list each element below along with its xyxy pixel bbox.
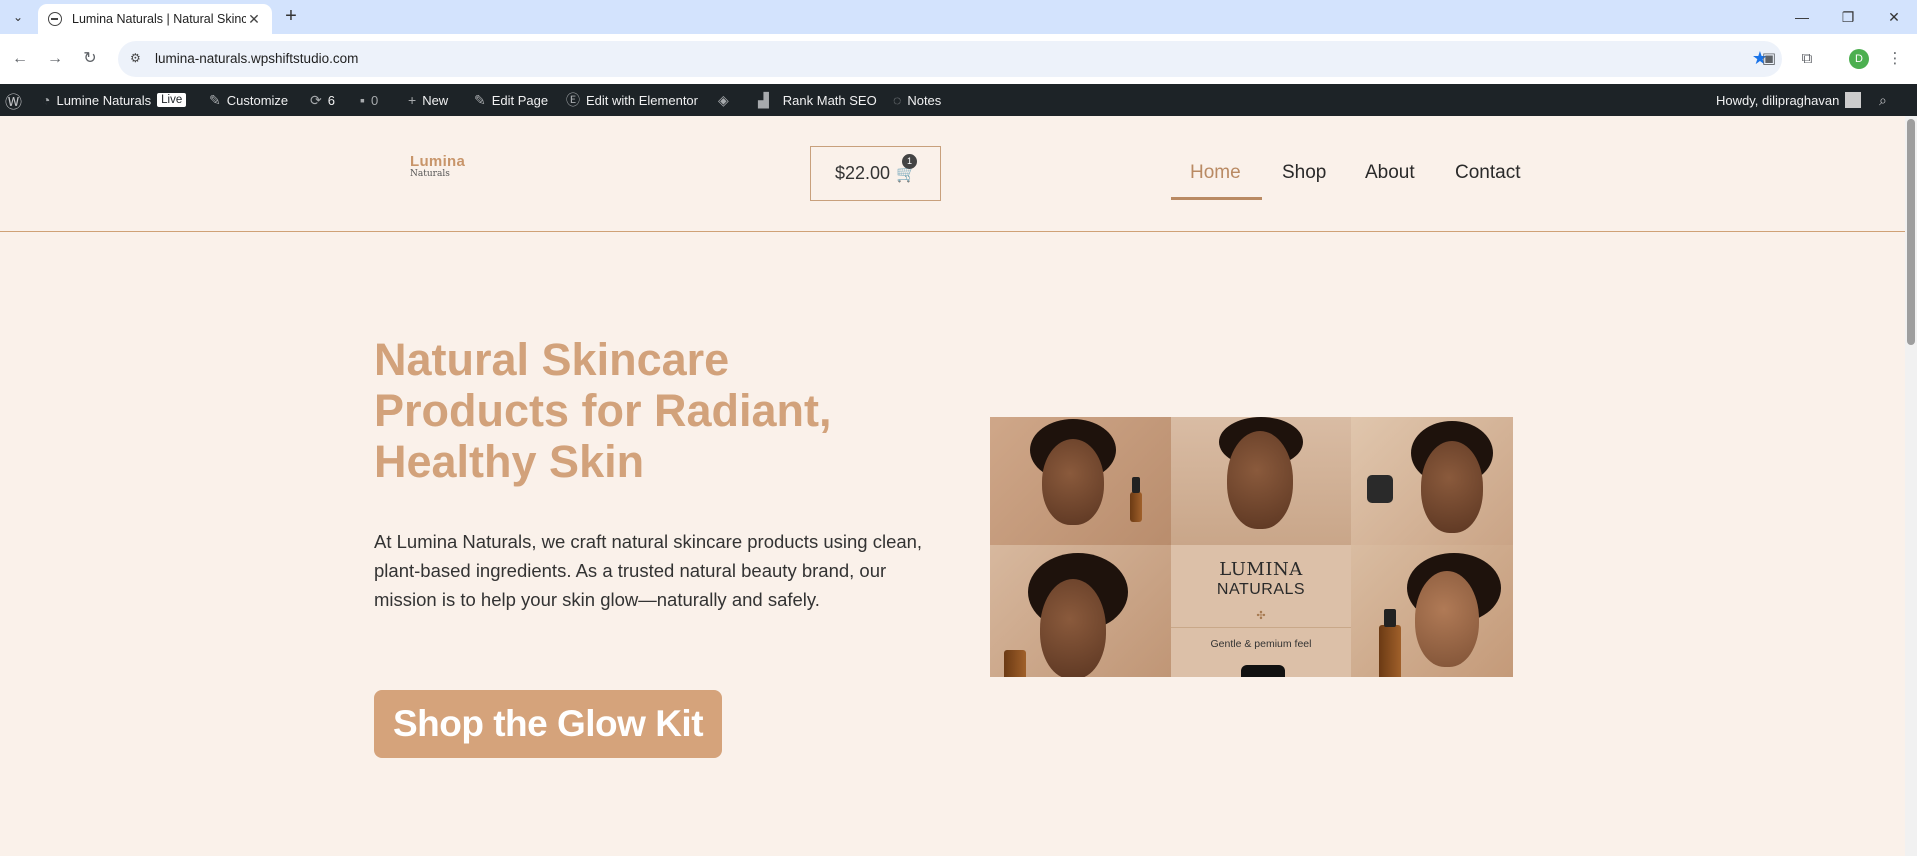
site-logo[interactable]: Lumina Naturals <box>410 153 465 179</box>
model-photo <box>1351 417 1513 545</box>
model-photo <box>990 417 1171 545</box>
admin-notes[interactable]: ◌ Notes <box>893 84 941 116</box>
tab-title: Lumina Naturals | Natural Skinc <box>72 12 246 26</box>
cart-button[interactable]: $22.00 🛒 1 <box>810 146 941 201</box>
nav-about[interactable]: About <box>1365 162 1415 184</box>
hero-description: At Lumina Naturals, we craft natural ski… <box>374 531 923 610</box>
user-avatar <box>1845 92 1862 108</box>
nav-home[interactable]: Home <box>1190 162 1241 184</box>
restore-button[interactable]: ❐ <box>1825 0 1871 34</box>
page-scrollbar[interactable] <box>1905 116 1917 856</box>
shop-glow-kit-button[interactable]: Shop the Glow Kit <box>374 690 722 758</box>
admin-comments[interactable]: ▪ 0 <box>360 84 378 116</box>
tab-search-icon[interactable]: ⌄ <box>6 7 30 27</box>
site-header: Lumina Naturals $22.00 🛒 1 Home Shop Abou… <box>0 116 1905 232</box>
admin-edit-page[interactable]: ✎ Edit Page <box>474 84 548 116</box>
profile-avatar[interactable]: D <box>1849 49 1869 69</box>
collage-tagline: Gentle & pemium feel <box>1210 638 1312 650</box>
wp-admin-bar: Ⓦ ◔ Lumine Naturals Live ✎ Customize ⟳ 6… <box>0 84 1917 116</box>
browser-tab[interactable]: Lumina Naturals | Natural Skinc ✕ <box>38 4 272 34</box>
brush-icon: ✎ <box>209 91 221 108</box>
plus-icon: + <box>408 92 417 108</box>
admin-search-icon[interactable]: ⌕ <box>1879 84 1887 116</box>
omnibox[interactable]: ⚙ lumina-naturals.wpshiftstudio.com ★ <box>118 41 1782 77</box>
address-bar-row: ← → ↻ ⚙ lumina-naturals.wpshiftstudio.co… <box>0 34 1917 84</box>
dashboard-icon: ◔ <box>42 92 51 108</box>
wordpress-logo-icon[interactable]: Ⓦ <box>5 84 22 116</box>
admin-rank-math[interactable]: ▟ Rank Math SEO <box>758 84 877 116</box>
tab-close-icon[interactable]: ✕ <box>246 11 262 28</box>
back-button[interactable]: ← <box>9 48 31 70</box>
collage-brand-line2: NATURALS <box>1216 581 1306 598</box>
nav-shop[interactable]: Shop <box>1282 162 1326 184</box>
rank-math-icon: ▟ <box>758 91 769 108</box>
admin-howdy[interactable]: Howdy, dilipraghavan <box>1716 84 1862 116</box>
forward-button[interactable]: → <box>44 48 66 70</box>
admin-new[interactable]: + New <box>408 84 448 116</box>
cart-icon: 🛒 1 <box>896 153 918 183</box>
window-close-button[interactable]: ✕ <box>1871 0 1917 34</box>
url-text[interactable]: lumina-naturals.wpshiftstudio.com <box>155 51 358 66</box>
admin-edit-elementor[interactable]: Ⓔ Edit with Elementor <box>566 84 698 116</box>
admin-customize[interactable]: ✎ Customize <box>209 84 288 116</box>
globe-icon <box>48 12 62 26</box>
admin-updates[interactable]: ⟳ 6 <box>310 84 335 116</box>
notes-icon: ◌ <box>893 92 902 108</box>
collage-brand-line1: LUMINA <box>1219 559 1303 580</box>
extension-icon[interactable]: ▣ <box>1758 48 1780 70</box>
browser-tab-bar: ⌄ Lumina Naturals | Natural Skinc ✕ + — … <box>0 0 1917 34</box>
divider <box>1171 627 1351 628</box>
extensions-puzzle-icon[interactable]: ⧉ <box>1796 48 1818 70</box>
cart-count-badge: 1 <box>902 153 918 169</box>
nav-contact[interactable]: Contact <box>1455 162 1520 184</box>
browser-menu-icon[interactable]: ⋮ <box>1884 48 1906 70</box>
elementor-icon: Ⓔ <box>566 92 580 108</box>
leaf-icon: ✣ <box>1256 610 1266 622</box>
model-photo <box>990 545 1171 677</box>
brand-panel: LUMINA NATURALS ✣ Gentle & pemium feel <box>1171 545 1351 677</box>
hero-collage-image: LUMINA NATURALS ✣ Gentle & pemium feel <box>990 417 1513 677</box>
comment-icon: ▪ <box>360 92 365 108</box>
updates-icon: ⟳ <box>310 91 322 108</box>
model-photo <box>1351 545 1513 677</box>
reload-button[interactable]: ↻ <box>79 48 101 70</box>
diamond-icon[interactable]: ◈ <box>718 84 729 116</box>
site-info-icon[interactable]: ⚙ <box>130 51 141 65</box>
minimize-button[interactable]: — <box>1779 0 1825 34</box>
scrollbar-thumb[interactable] <box>1907 119 1915 345</box>
nav-active-underline <box>1171 197 1262 200</box>
model-photo <box>1171 417 1351 545</box>
pencil-icon: ✎ <box>474 91 486 108</box>
hero-title: Natural Skincare Products for Radiant, H… <box>374 334 832 487</box>
admin-site-name[interactable]: ◔ Lumine Naturals Live <box>42 84 187 116</box>
new-tab-button[interactable]: + <box>280 6 302 28</box>
live-badge: Live <box>157 93 187 107</box>
cart-total: $22.00 <box>835 163 891 183</box>
